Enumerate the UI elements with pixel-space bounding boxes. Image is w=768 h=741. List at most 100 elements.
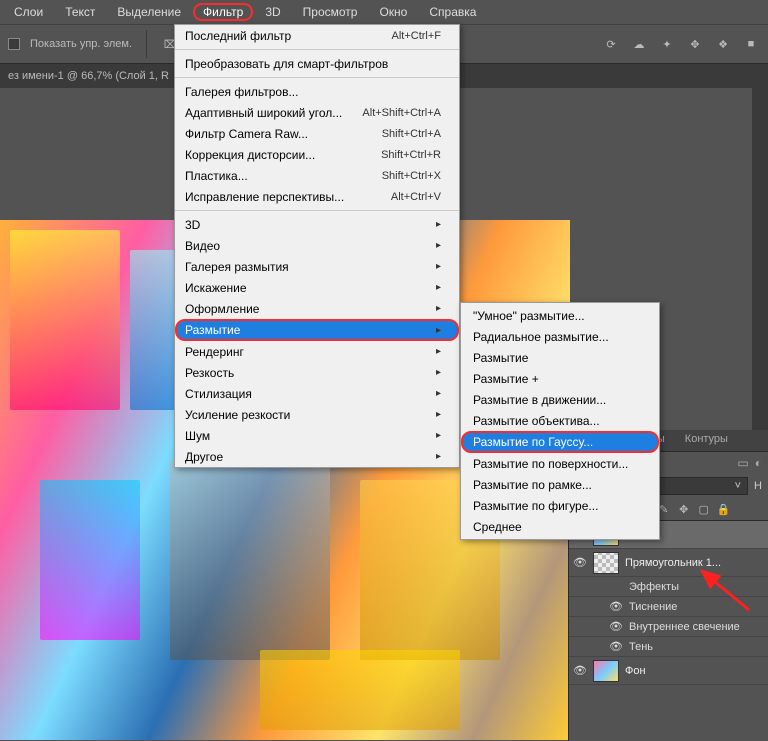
submenu-item[interactable]: Размытие + (461, 368, 659, 389)
submenu-item[interactable]: Размытие по фигуре... (461, 495, 659, 516)
visibility-icon[interactable]: 👁 (609, 620, 623, 633)
toolbar-icon[interactable]: ☁ (630, 35, 648, 53)
blur-submenu: "Умное" размытие...Радиальное размытие..… (460, 302, 660, 540)
menu-item-label: Шум (185, 429, 430, 443)
layer-row[interactable]: 👁 Внутреннее свечение (569, 617, 768, 637)
menu-item-label: Оформление (185, 302, 430, 316)
menu-item-label: Фильтр Camera Raw... (185, 127, 382, 141)
taxi (260, 650, 460, 730)
menu-item-shortcut: Alt+Ctrl+V (391, 191, 441, 203)
submenu-item[interactable]: Размытие (461, 347, 659, 368)
menu-выделение[interactable]: Выделение (107, 3, 191, 21)
submenu-item[interactable]: Среднее (461, 516, 659, 537)
menu-item-label: Галерея фильтров... (185, 85, 441, 99)
menu-окно[interactable]: Окно (369, 3, 417, 21)
menu-item[interactable]: Резкость (175, 362, 459, 383)
menu-item-label: Размытие (185, 323, 430, 337)
visibility-icon[interactable]: 👁 (573, 664, 587, 677)
layer-name: Тень (629, 641, 764, 653)
layer-row[interactable]: Эффекты (569, 577, 768, 597)
visibility-icon[interactable]: 👁 (573, 556, 587, 569)
layer-name: Тиснение (629, 601, 764, 613)
show-controls-checkbox[interactable] (8, 38, 20, 50)
visibility-icon[interactable]: 👁 (609, 640, 623, 653)
submenu-item[interactable]: Размытие по поверхности... (461, 453, 659, 474)
menu-item[interactable]: Шум (175, 425, 459, 446)
menu-item[interactable]: Преобразовать для смарт-фильтров (175, 53, 459, 74)
menu-item[interactable]: Галерея фильтров... (175, 81, 459, 102)
menu-слои[interactable]: Слои (4, 3, 53, 21)
billboard (10, 230, 120, 410)
menu-item-label: Резкость (185, 366, 430, 380)
layer-list: 👁Слой 1👁Прямоугольник 1...Эффекты👁Тиснен… (569, 520, 768, 741)
submenu-item[interactable]: Размытие в движении... (461, 389, 659, 410)
menu-справка[interactable]: Справка (419, 3, 486, 21)
menu-item[interactable]: 3D (175, 214, 459, 235)
layer-thumbnail (593, 552, 619, 574)
menu-item[interactable]: Рендеринг (175, 341, 459, 362)
layer-name: Внутреннее свечение (629, 621, 764, 633)
chevron-down-icon: ˅ (735, 480, 741, 492)
dock-strip (752, 70, 768, 430)
menu-item-label: Усиление резкости (185, 408, 430, 422)
menu-просмотр[interactable]: Просмотр (293, 3, 368, 21)
menu-item-label: Коррекция дисторсии... (185, 148, 381, 162)
submenu-item[interactable]: Размытие объектива... (461, 410, 659, 431)
menu-item[interactable]: Пластика...Shift+Ctrl+X (175, 165, 459, 186)
menu-item[interactable]: Последний фильтрAlt+Ctrl+F (175, 25, 459, 46)
lock-move-icon[interactable]: ✥ (677, 503, 691, 516)
building (170, 460, 330, 660)
layer-row[interactable]: 👁 Тень (569, 637, 768, 657)
layer-name: Эффекты (629, 581, 764, 593)
menu-item[interactable]: Исправление перспективы...Alt+Ctrl+V (175, 186, 459, 207)
menu-item-shortcut: Alt+Ctrl+F (391, 30, 441, 42)
lock-artboard-icon[interactable]: ▢ (697, 503, 711, 516)
menu-item[interactable]: Видео (175, 235, 459, 256)
menu-item-label: Адаптивный широкий угол... (185, 106, 362, 120)
toolbar-icon[interactable]: ⟳ (602, 35, 620, 53)
filter-menu: Последний фильтрAlt+Ctrl+F Преобразовать … (174, 24, 460, 468)
lock-all-icon[interactable]: 🔒 (717, 503, 731, 516)
menu-item-label: Другое (185, 450, 430, 464)
menu-item-label: Рендеринг (185, 345, 430, 359)
submenu-item[interactable]: Радиальное размытие... (461, 326, 659, 347)
toolbar-icon[interactable]: ❖ (714, 35, 732, 53)
menu-item[interactable]: Фильтр Camera Raw...Shift+Ctrl+A (175, 123, 459, 144)
menu-item-label: Галерея размытия (185, 260, 430, 274)
menu-фильтр[interactable]: Фильтр (193, 3, 253, 21)
menu-item-label: 3D (185, 218, 430, 232)
menu-item[interactable]: Галерея размытия (175, 256, 459, 277)
menu-item[interactable]: Размытие (175, 319, 459, 341)
document-tab-title: ез имени-1 @ 66,7% (Слой 1, R (8, 70, 169, 82)
toolbar-icon[interactable]: ✥ (686, 35, 704, 53)
menu-item[interactable]: Адаптивный широкий угол...Alt+Shift+Ctrl… (175, 102, 459, 123)
submenu-item[interactable]: Размытие по рамке... (461, 474, 659, 495)
submenu-item[interactable]: Размытие по Гауссу... (461, 431, 659, 453)
menu-3d[interactable]: 3D (255, 3, 290, 21)
menu-item[interactable]: Коррекция дисторсии...Shift+Ctrl+R (175, 144, 459, 165)
layer-name: Фон (625, 665, 764, 677)
menu-item-label: Исправление перспективы... (185, 190, 391, 204)
menu-item[interactable]: Искажение (175, 277, 459, 298)
panel-icon[interactable]: ▭ (737, 456, 748, 470)
menu-item-label: Стилизация (185, 387, 430, 401)
submenu-item[interactable]: "Умное" размытие... (461, 305, 659, 326)
panel-icon[interactable]: ◐ (755, 456, 762, 470)
menu-item[interactable]: Усиление резкости (175, 404, 459, 425)
toolbar-icon[interactable]: ✦ (658, 35, 676, 53)
menubar: СлоиТекстВыделениеФильтр3DПросмотрОкноСп… (0, 0, 768, 24)
menu-item-label: Пластика... (185, 169, 382, 183)
toolbar-icon[interactable]: ■ (742, 35, 760, 53)
menu-item[interactable]: Другое (175, 446, 459, 467)
menu-item-shortcut: Shift+Ctrl+A (382, 128, 441, 140)
menu-item[interactable]: Оформление (175, 298, 459, 319)
menu-item-label: Искажение (185, 281, 430, 295)
menu-item-shortcut: Shift+Ctrl+R (381, 149, 441, 161)
visibility-icon[interactable]: 👁 (609, 600, 623, 613)
layer-row[interactable]: 👁Прямоугольник 1... (569, 549, 768, 577)
layer-row[interactable]: 👁 Фон (569, 657, 768, 685)
menu-item[interactable]: Стилизация (175, 383, 459, 404)
menu-текст[interactable]: Текст (55, 3, 105, 21)
layer-row[interactable]: 👁 Тиснение (569, 597, 768, 617)
panel-tab[interactable]: Контуры (675, 430, 738, 451)
